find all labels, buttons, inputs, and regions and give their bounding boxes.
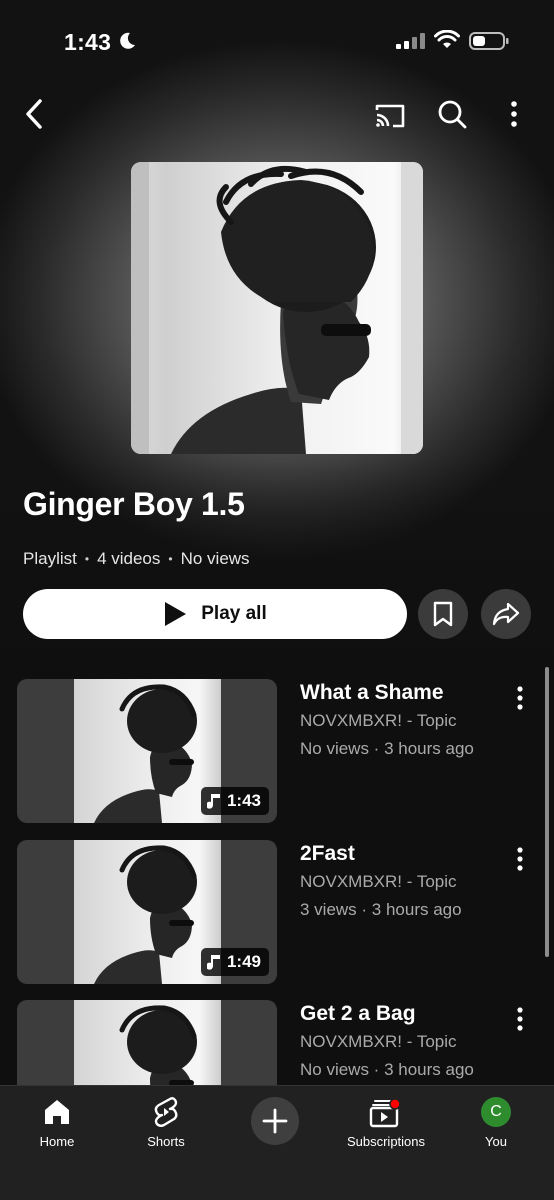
- nav-subscriptions-label: Subscriptions: [346, 1134, 426, 1149]
- video-duration: 1:43: [226, 791, 261, 810]
- thumbnail-photo: [74, 679, 221, 823]
- video-title[interactable]: Get 2 a Bag: [300, 1002, 416, 1026]
- playlist-views: No views: [180, 549, 250, 568]
- playlist-video-count: 4 videos: [97, 549, 161, 568]
- thumbnail-photo: [74, 840, 221, 984]
- meta-separator: •: [84, 552, 90, 566]
- video-duration: 1:49: [226, 952, 261, 971]
- cast-button[interactable]: [370, 96, 410, 136]
- more-vert-icon: [517, 686, 523, 710]
- signal-icon: [396, 33, 425, 49]
- music-note-icon: [206, 955, 220, 970]
- bottom-nav-bar: Home Shorts Subscriptions C You: [0, 1085, 554, 1200]
- moon-icon: [120, 32, 135, 49]
- video-stats: No views · 3 hours ago: [300, 739, 474, 758]
- back-button[interactable]: [14, 94, 54, 134]
- more-vert-icon: [517, 847, 523, 871]
- home-icon: [45, 1100, 69, 1124]
- shorts-icon: [154, 1097, 178, 1127]
- nav-home-label: Home: [39, 1134, 75, 1149]
- video-duration-badge: 1:43: [200, 787, 269, 815]
- thumbnail-portrait: [94, 684, 197, 823]
- nav-you-label: You: [485, 1134, 507, 1149]
- video-channel: NOVXMBXR! - Topic: [300, 711, 457, 730]
- play-all-button[interactable]: Play all: [23, 589, 407, 639]
- share-icon: [492, 602, 520, 626]
- thumbnail-portrait: [94, 845, 197, 984]
- nav-subscriptions[interactable]: Subscriptions: [331, 1094, 441, 1149]
- more-vert-icon: [517, 1007, 523, 1031]
- video-stats: 3 views · 3 hours ago: [300, 900, 462, 919]
- playlist-type: Playlist: [23, 549, 77, 568]
- nav-home[interactable]: Home: [2, 1094, 112, 1149]
- nav-shorts-label: Shorts: [147, 1134, 185, 1149]
- video-title[interactable]: What a Shame: [300, 681, 444, 705]
- search-button[interactable]: [432, 94, 472, 134]
- save-playlist-button[interactable]: [418, 589, 468, 639]
- subscriptions-icon: [369, 1098, 401, 1128]
- search-icon: [438, 100, 467, 129]
- battery-icon: [469, 32, 509, 50]
- back-icon: [26, 99, 42, 129]
- video-more-button[interactable]: [507, 844, 533, 874]
- playlist-meta: Playlist • 4 videos • No views: [23, 549, 250, 569]
- nav-shorts[interactable]: Shorts: [111, 1094, 221, 1149]
- video-list-item[interactable]: 1:43 What a Shame NOVXMBXR! - Topic No v…: [17, 679, 537, 823]
- video-stats: No views · 3 hours ago: [300, 1060, 474, 1079]
- video-title[interactable]: 2Fast: [300, 842, 355, 866]
- play-all-label: Play all: [201, 603, 267, 624]
- create-button[interactable]: [251, 1097, 299, 1145]
- bookmark-icon: [433, 601, 453, 627]
- more-vert-icon: [511, 101, 517, 127]
- nav-you[interactable]: C You: [441, 1094, 551, 1149]
- avatar: C: [481, 1097, 511, 1127]
- video-thumbnail[interactable]: 1:49: [17, 840, 277, 984]
- more-options-button[interactable]: [496, 94, 532, 134]
- video-more-button[interactable]: [507, 1004, 533, 1034]
- share-button[interactable]: [481, 589, 531, 639]
- add-icon: [262, 1108, 288, 1134]
- video-more-button[interactable]: [507, 683, 533, 713]
- cast-icon: [375, 104, 405, 128]
- cover-photo-portrait: [131, 162, 423, 454]
- status-bar: 1:43: [0, 0, 554, 84]
- playlist-cover-image: [131, 162, 423, 454]
- video-channel: NOVXMBXR! - Topic: [300, 872, 457, 891]
- wifi-icon: [434, 30, 460, 48]
- video-channel: NOVXMBXR! - Topic: [300, 1032, 457, 1051]
- music-note-icon: [206, 794, 220, 809]
- video-duration-badge: 1:49: [200, 948, 269, 976]
- notification-dot: [389, 1098, 401, 1110]
- video-thumbnail[interactable]: 1:43: [17, 679, 277, 823]
- status-time: 1:43: [64, 29, 112, 55]
- playlist-title: Ginger Boy 1.5: [23, 486, 245, 522]
- play-icon: [165, 602, 187, 626]
- list-scrollbar[interactable]: [545, 667, 549, 957]
- video-list-item[interactable]: 1:49 2Fast NOVXMBXR! - Topic 3 views · 3…: [17, 840, 537, 984]
- meta-separator: •: [168, 552, 173, 566]
